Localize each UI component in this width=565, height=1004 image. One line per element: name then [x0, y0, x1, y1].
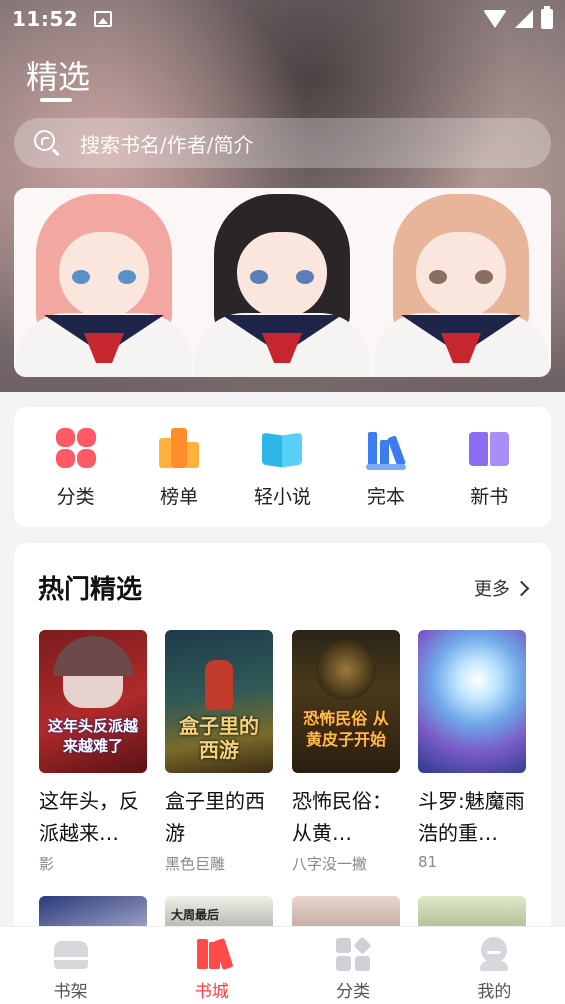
page-title[interactable]: 精选: [26, 52, 90, 98]
quick-nav-category[interactable]: 分类: [31, 426, 121, 509]
gallery-notification-icon: [94, 11, 113, 27]
cover-text: 盒子里的西游: [179, 714, 259, 762]
quick-nav-label: 轻小说: [253, 485, 311, 508]
quick-nav-completed[interactable]: 完本: [341, 426, 431, 509]
title-underline: [40, 98, 72, 102]
quick-nav-label: 榜单: [160, 485, 199, 508]
category-icon: [54, 426, 98, 470]
book-card[interactable]: 斗罗:魅魔雨浩的重… 81: [418, 630, 526, 871]
quick-nav-label: 新书: [470, 485, 509, 508]
bookshelf-icon: [53, 937, 89, 971]
banner-character-3: [371, 188, 551, 377]
search-icon: [34, 130, 60, 156]
tab-category[interactable]: 分类: [283, 927, 424, 1004]
book-cover: 这年头反派越来越难了: [39, 630, 147, 773]
book-author: 81: [418, 853, 438, 871]
category-grid-icon: [335, 936, 372, 971]
profile-icon: [476, 937, 512, 971]
quick-nav-new-book[interactable]: 新书: [444, 426, 534, 509]
bottom-nav: 书架 书城 分类 我的: [0, 926, 565, 1004]
hot-picks-section: 热门精选 更多 这年头反派越来越难了 这年头，反派越来… 影 盒子里的西游 盒子…: [14, 543, 551, 943]
book-author: 黑色巨雕: [165, 855, 226, 873]
search-bar[interactable]: 搜索书名/作者/简介: [14, 118, 551, 168]
book-title: 盒子里的西游: [165, 789, 265, 845]
book-author: 影: [39, 855, 55, 873]
battery-icon: [541, 6, 553, 29]
promo-banner[interactable]: [14, 188, 551, 377]
quick-nav-light-novel[interactable]: 轻小说: [237, 426, 327, 509]
tab-label: 书架: [53, 982, 88, 1002]
book-cover: [418, 630, 526, 773]
cover-text: 恐怖民俗 从黄皮子开始: [303, 709, 389, 749]
tab-profile[interactable]: 我的: [424, 927, 565, 1004]
quick-nav-ranking[interactable]: 榜单: [134, 426, 224, 509]
book-author: 八字没一撇: [292, 855, 368, 873]
tab-bookshelf[interactable]: 书架: [0, 927, 141, 1004]
light-novel-icon: [260, 426, 304, 470]
tab-label: 分类: [336, 982, 371, 1002]
book-card[interactable]: 恐怖民俗 从黄皮子开始 恐怖民俗：从黄… 八字没一撇: [292, 630, 400, 874]
completed-icon: [364, 426, 408, 470]
book-title: 恐怖民俗：从黄…: [292, 789, 392, 845]
bookstore-icon: [194, 937, 234, 971]
chevron-right-icon: [513, 580, 530, 596]
book-cover: 盒子里的西游: [165, 630, 273, 773]
ranking-icon: [157, 426, 201, 470]
banner-character-2: [192, 188, 372, 377]
status-bar: 11:52: [0, 0, 565, 38]
tab-label: 我的: [477, 982, 512, 1002]
banner-character-1: [14, 188, 194, 377]
more-label: 更多: [474, 579, 510, 600]
cover-text: 大周最后: [171, 908, 220, 922]
search-placeholder: 搜索书名/作者/简介: [80, 132, 254, 157]
book-card[interactable]: 盒子里的西游 盒子里的西游 黑色巨雕: [165, 630, 273, 874]
status-time: 11:52: [12, 7, 79, 31]
tab-label: 书城: [194, 982, 229, 1002]
quick-nav-label: 完本: [366, 485, 405, 508]
section-title: 热门精选: [38, 575, 143, 605]
more-link[interactable]: 更多: [474, 575, 530, 601]
book-card[interactable]: 这年头反派越来越难了 这年头，反派越来… 影: [39, 630, 147, 874]
new-book-icon: [467, 426, 511, 470]
book-cover: 恐怖民俗 从黄皮子开始: [292, 630, 400, 773]
quick-nav: 分类 榜单 轻小说 完本 新书: [14, 407, 551, 527]
tab-bookstore[interactable]: 书城: [141, 927, 282, 1004]
cover-text: 这年头反派越来越难了: [47, 717, 138, 755]
wifi-icon: [483, 10, 507, 28]
signal-icon: [515, 10, 533, 28]
quick-nav-label: 分类: [56, 485, 95, 508]
book-title: 这年头，反派越来…: [39, 789, 139, 845]
book-title: 斗罗:魅魔雨浩的重…: [418, 789, 525, 845]
